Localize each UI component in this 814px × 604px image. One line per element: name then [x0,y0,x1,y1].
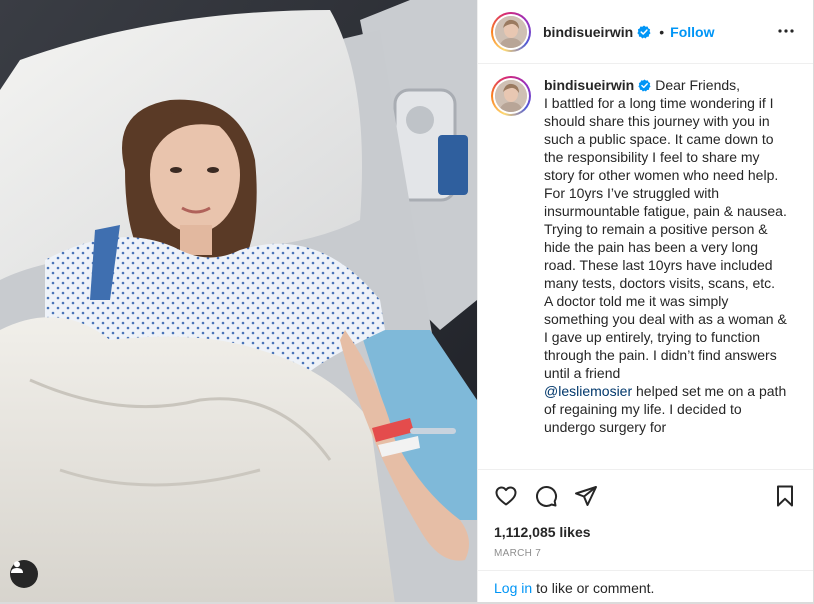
login-bar: Log in to like or comment. [478,570,813,604]
post-header: bindisueirwin • Follow [478,0,813,64]
caption-text: bindisueirwin Dear Friends, I battled for… [544,76,792,436]
login-prompt-text: to like or comment. [536,579,655,596]
post-sidebar: bindisueirwin • Follow bindisueirwin Dea… [477,0,814,604]
post-date[interactable]: March 7 [494,548,797,559]
instagram-post: bindisueirwin • Follow bindisueirwin Dea… [0,0,814,604]
caption-avatar[interactable] [491,76,531,116]
follow-button[interactable]: Follow [670,24,714,40]
share-icon[interactable] [574,484,598,508]
caption-username[interactable]: bindisueirwin [544,77,634,93]
verified-badge-icon [638,79,651,92]
mention-link[interactable]: @lesliemosier [544,383,632,399]
post-actions: 1,112,085 likes March 7 [478,469,813,559]
verified-badge-icon [637,25,651,38]
comment-icon[interactable] [534,484,558,508]
user-tag-icon [11,561,23,573]
more-options-icon[interactable] [777,22,795,40]
header-username[interactable]: bindisueirwin [543,24,633,40]
login-link[interactable]: Log in [494,580,532,596]
caption-comment: bindisueirwin Dear Friends, I battled for… [491,76,797,436]
caption-area: bindisueirwin Dear Friends, I battled for… [478,64,813,469]
caption-body-part1: Dear Friends, I battled for a long time … [544,77,787,381]
bookmark-icon[interactable] [773,484,797,508]
user-tag-button[interactable] [10,560,38,588]
post-photo[interactable] [0,0,477,604]
likes-count[interactable]: 1,112,085 likes [494,524,797,540]
separator-dot: • [659,23,665,40]
photo-illustration [0,0,477,604]
header-avatar[interactable] [491,11,531,52]
avatar-image [495,15,527,48]
action-icons-row [494,470,797,522]
heart-icon[interactable] [494,484,518,508]
